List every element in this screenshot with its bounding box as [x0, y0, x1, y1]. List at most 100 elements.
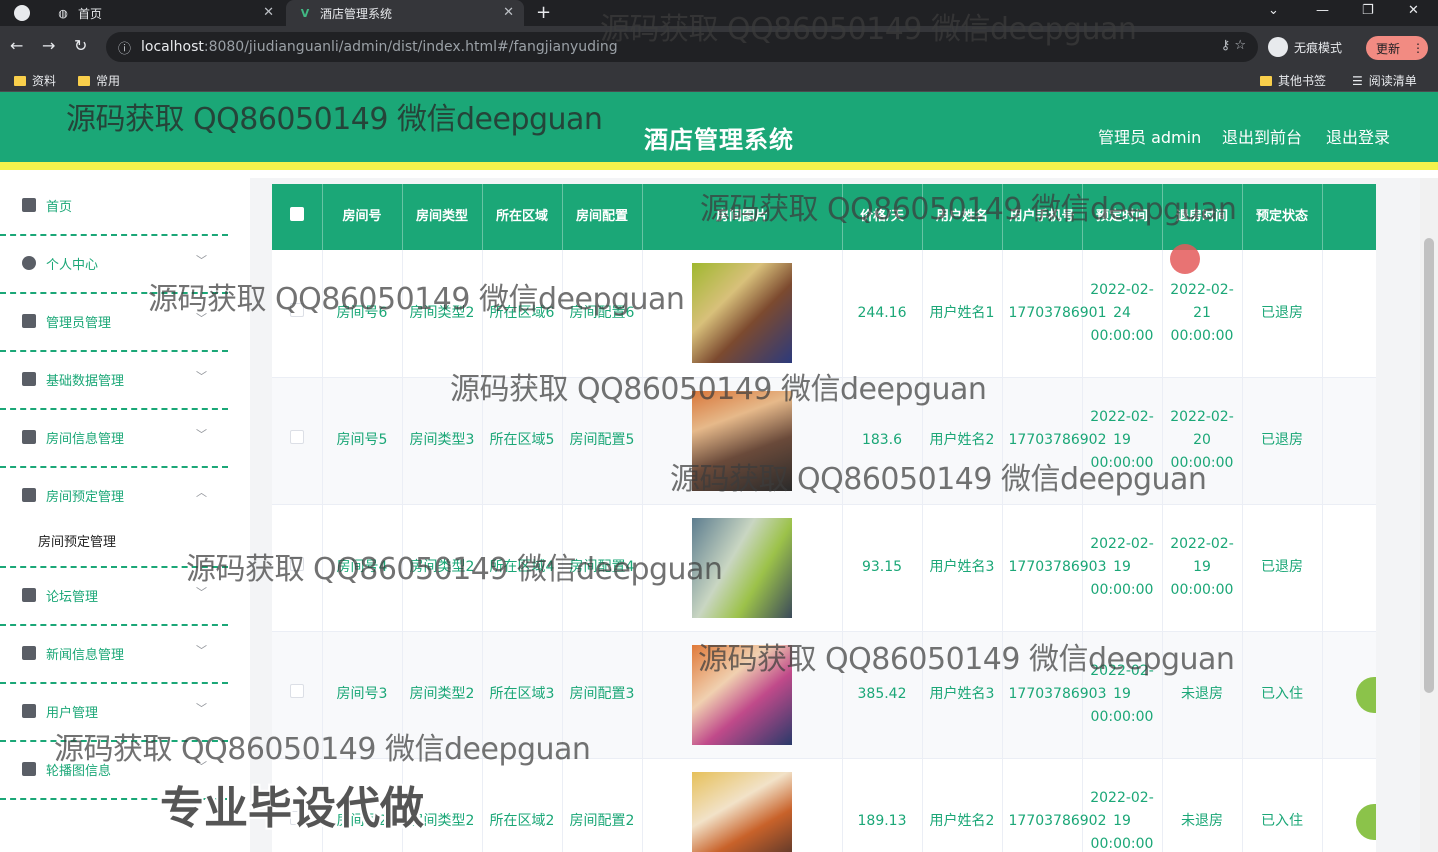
chevron-down-icon: ﹀ [196, 702, 207, 715]
sidebar-item-label: 基础数据管理 [46, 374, 125, 389]
sidebar-item-rooms[interactable]: 房间信息管理 ﹀ [0, 410, 228, 468]
sidebar-item-news[interactable]: 新闻信息管理 ﹀ [0, 626, 228, 684]
watermark-text: 源码获取 QQ86050149 微信deepguan [670, 462, 1207, 497]
folder-icon [78, 75, 90, 86]
status-cell: 已退房 [1242, 377, 1323, 505]
actions-cell [1322, 504, 1376, 632]
room-image-cell [642, 758, 843, 852]
select-all-cell[interactable] [272, 184, 323, 250]
folder-icon [1260, 75, 1272, 86]
user-name-cell: 用户姓名2 [922, 758, 1003, 852]
phone-cell: 17703786903 [1002, 504, 1106, 632]
forward-icon[interactable]: → [42, 37, 55, 55]
reading-list[interactable]: ☰ 阅读清单 [1352, 72, 1417, 89]
status-cell: 已退房 [1242, 250, 1323, 378]
actions-cell [1322, 631, 1376, 759]
room-number-cell: 房间号5 [322, 377, 403, 505]
edit-button[interactable] [1355, 676, 1376, 713]
booking-time-cell: 2022-02-19 00:00:00 [1082, 758, 1163, 852]
chevron-down-icon: ﹀ [196, 428, 207, 441]
watermark-text: 源码获取 QQ86050149 微信deepguan [600, 12, 1137, 47]
sidebar-item-label: 个人中心 [46, 258, 99, 273]
forum-icon [22, 588, 36, 602]
folder-icon [14, 75, 26, 86]
reload-icon[interactable]: ↻ [74, 37, 87, 55]
watermark-text: 源码获取 QQ86050149 微信deepguan [148, 282, 685, 317]
column-header: 房间类型 [402, 184, 483, 250]
bookmark-label: 资料 [32, 74, 57, 88]
actions-cell [1322, 250, 1376, 378]
user-name-cell: 用户姓名1 [922, 250, 1003, 378]
page-scrollbar[interactable] [1420, 178, 1438, 852]
scrollbar-thumb[interactable] [1424, 238, 1434, 693]
browser-logo-icon [14, 5, 30, 21]
incognito-icon [1268, 37, 1288, 57]
url-host: localhost [141, 39, 204, 55]
briefcase-icon [22, 488, 36, 502]
watermark-text: 源码获取 QQ86050149 微信deepguan [700, 192, 1237, 227]
room-image [692, 263, 792, 364]
logout-link[interactable]: 退出登录 [1326, 124, 1390, 148]
browser-tab-hotel[interactable]: V 酒店管理系统 ✕ [286, 0, 524, 26]
browser-tab-home[interactable]: ◍ 首页 ✕ [44, 0, 284, 26]
edit-button[interactable] [1355, 803, 1376, 840]
sidebar-item-basedata[interactable]: 基础数据管理 ﹀ [0, 352, 228, 410]
watermark-text: 源码获取 QQ86050149 微信deepguan [450, 372, 987, 407]
phone-cell: 17703786902 [1002, 758, 1106, 852]
incognito-indicator[interactable]: 无痕模式 [1268, 37, 1342, 57]
column-header: 所在区域 [482, 184, 563, 250]
chevron-down-icon: ﹀ [196, 644, 207, 657]
tab-search-icon[interactable]: ⌄ [1268, 3, 1279, 18]
sidebar-item-label: 房间预定管理 [46, 490, 125, 505]
restore-icon[interactable]: ❐ [1362, 3, 1374, 18]
tab-title: 酒店管理系统 [320, 6, 393, 21]
user-icon [22, 256, 36, 270]
watermark-big-text: 专业毕设代做 [160, 783, 424, 834]
submenu-label: 房间预定管理 [38, 535, 117, 550]
incognito-label: 无痕模式 [1294, 40, 1343, 55]
actions-cell [1322, 758, 1376, 852]
sidebar-item-label: 房间信息管理 [46, 432, 125, 447]
bookmark-item[interactable]: 资料 [14, 72, 56, 89]
news-icon [22, 646, 36, 660]
price-cell: 244.16 [842, 250, 923, 378]
column-header: 房间配置 [562, 184, 643, 250]
new-tab-icon[interactable]: + [536, 2, 551, 23]
select-all-checkbox[interactable] [289, 206, 304, 221]
row-checkbox[interactable] [289, 430, 304, 444]
close-icon[interactable]: ✕ [263, 5, 274, 20]
globe-icon: ◍ [58, 6, 68, 20]
back-to-frontend-link[interactable]: 退出到前台 [1222, 124, 1302, 148]
close-icon[interactable]: ✕ [503, 5, 514, 20]
room-image [692, 771, 792, 852]
bookmark-item[interactable]: 常用 [78, 72, 120, 89]
chevron-up-icon: ︿ [196, 486, 207, 499]
bookmarks-bar: 资料 常用 其他书签 ☰ 阅读清单 [0, 68, 1438, 92]
config-cell: 房间配置2 [562, 758, 643, 852]
admin-user-label: 管理员 admin [1098, 128, 1202, 147]
status-cell: 已入住 [1242, 758, 1323, 852]
price-cell: 189.13 [842, 758, 923, 852]
window-close-icon[interactable]: ✕ [1408, 3, 1419, 18]
price-cell: 93.15 [842, 504, 923, 632]
sidebar-item-label: 用户管理 [46, 706, 99, 721]
info-icon[interactable]: ⓘ [118, 38, 131, 57]
watermark-text: 源码获取 QQ86050149 微信deepguan [186, 552, 723, 587]
key-star-icons[interactable]: ⚷ ☆ [1221, 38, 1246, 53]
phone-cell: 17703786901 [1002, 250, 1106, 378]
bookmark-label: 阅读清单 [1368, 74, 1417, 88]
sidebar-item-home[interactable]: 首页 [0, 178, 228, 236]
table-row: 房间号2 房间类型2 所在区域2 房间配置2 189.13 用户姓名2 1770… [272, 758, 1376, 852]
back-icon[interactable]: ← [10, 37, 23, 55]
mouse-cursor-highlight [1170, 244, 1200, 274]
minimize-icon[interactable]: — [1316, 3, 1329, 18]
home-icon [22, 198, 36, 212]
update-button[interactable]: 更新 ⋮ [1366, 36, 1428, 60]
row-checkbox[interactable] [289, 684, 304, 698]
vue-icon: V [300, 6, 310, 20]
bookmark-item[interactable]: 其他书签 [1260, 72, 1326, 89]
watermark-text: 源码获取 QQ86050149 微信deepguan [698, 642, 1235, 677]
sidebar-item-label: 论坛管理 [46, 590, 99, 605]
update-label: 更新 [1376, 41, 1401, 56]
chevron-down-icon: ﹀ [196, 370, 207, 383]
